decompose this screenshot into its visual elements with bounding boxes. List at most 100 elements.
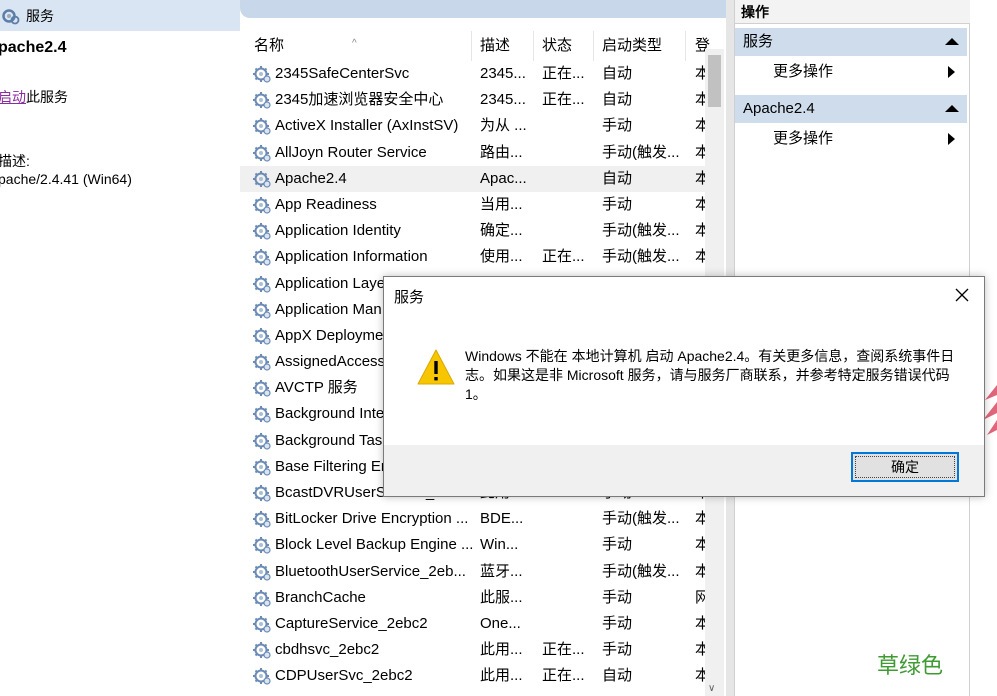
service-gear-icon [253, 223, 271, 240]
table-row[interactable]: BranchCache 此服... 手动网 [240, 585, 710, 611]
submenu-arrow-icon [948, 133, 955, 145]
row-description: Win... [480, 536, 519, 554]
services-gear-icon [2, 8, 20, 24]
more-actions-item-2[interactable]: 更多操作 [773, 125, 963, 153]
row-description: 蓝牙... [480, 562, 523, 580]
row-description: Apac... [480, 169, 527, 187]
service-gear-icon [253, 563, 271, 581]
service-gear-icon [253, 589, 271, 607]
dialog-message: Windows 不能在 本地计算机 启动 Apache2.4。有关更多信息，查阅… [465, 348, 955, 402]
window-tab[interactable]: 服务 [0, 0, 240, 31]
table-row[interactable]: Apache2.4 Apac... 自动本 [240, 165, 710, 192]
table-row[interactable]: AllJoyn Router Service 路由... 手动(触发... 本 [240, 140, 710, 166]
row-description: 2345... [480, 91, 526, 109]
row-startup-type: 自动 [602, 667, 633, 685]
actions-section-services[interactable]: 服务 [735, 28, 967, 56]
row-status: 正在... [542, 248, 585, 266]
start-service-line: 启动此服务 [0, 87, 68, 107]
actions-section-apache[interactable]: Apache2.4 [735, 95, 967, 123]
service-gear-icon [253, 485, 271, 502]
service-gear-icon [253, 458, 271, 476]
row-name: BitLocker Drive Encryption ... [275, 510, 469, 528]
service-gear-icon [253, 432, 271, 450]
row-status: 正在... [542, 65, 585, 82]
row-startup-type: 手动 [602, 117, 633, 135]
table-row[interactable]: App Readiness 当用... 手动本 [240, 192, 710, 218]
close-icon[interactable] [952, 285, 972, 305]
row-status: 正在... [542, 91, 585, 109]
row-description: 此用... [480, 667, 523, 685]
table-row[interactable]: BitLocker Drive Encryption ... BDE... 手动(触… [240, 506, 710, 532]
row-description: 使用... [480, 248, 523, 266]
more-actions-item-1[interactable]: 更多操作 [773, 58, 963, 86]
row-startup-type: 手动(触发... [602, 562, 680, 580]
service-gear-icon [253, 511, 271, 528]
row-startup-type: 手动 [602, 614, 633, 632]
row-startup-type: 手动(触发... [602, 222, 680, 240]
row-startup-type: 手动(触发... [602, 510, 680, 528]
table-row[interactable]: CaptureService_2ebc2 One... 手动本 [240, 611, 710, 637]
collapse-up-icon[interactable] [945, 38, 959, 45]
dialog-title: 服务 [394, 289, 425, 306]
top-bar [240, 0, 726, 18]
description-label: 描述: [0, 153, 30, 169]
scrollbar-thumb[interactable] [708, 55, 721, 107]
description-value: pache/2.4.41 (Win64) [0, 171, 132, 187]
row-startup-type: 手动(触发... [602, 248, 680, 266]
service-gear-icon [253, 615, 271, 633]
row-name: 2345加速浏览器安全中心 [275, 91, 444, 109]
table-row[interactable]: Block Level Backup Engine ... Win... 手动本 [240, 532, 710, 558]
column-header-startup-type[interactable]: 启动类型 [594, 31, 686, 61]
service-gear-icon [253, 406, 271, 424]
start-service-text: 此服务 [26, 89, 68, 105]
row-startup-type: 手动 [602, 641, 633, 659]
column-header-desc[interactable]: 描述 [472, 31, 534, 61]
row-name: Application Information [275, 248, 428, 266]
row-name: 2345SafeCenterSvc [275, 65, 410, 82]
decorative-stripes-icon [983, 385, 997, 435]
service-gear-icon [253, 380, 271, 397]
column-header-name[interactable]: 名称 ^ [240, 31, 472, 61]
row-description: One... [480, 614, 521, 632]
row-startup-type: 自动 [602, 65, 633, 82]
collapse-up-icon[interactable] [945, 105, 959, 112]
service-gear-icon [253, 144, 271, 162]
row-startup-type: 手动(触发... [602, 143, 680, 161]
service-gear-icon [253, 354, 271, 371]
row-startup-type: 自动 [602, 169, 633, 187]
table-row[interactable]: BluetoothUserService_2eb... 蓝牙... 手动(触发...… [240, 559, 710, 585]
service-gear-icon [253, 249, 271, 266]
table-row[interactable]: 2345SafeCenterSvc 2345... 正在... 自动本 [240, 61, 710, 87]
row-description: 此服... [480, 588, 523, 606]
row-name: App Readiness [275, 195, 377, 213]
service-gear-icon [253, 66, 271, 83]
row-name: AllJoyn Router Service [275, 143, 427, 161]
row-startup-type: 手动 [602, 195, 633, 213]
table-row[interactable]: 2345加速浏览器安全中心 2345... 正在... 自动本 [240, 87, 710, 113]
table-row[interactable]: CDPUserSvc_2ebc2 此用... 正在... 自动本 [240, 663, 710, 689]
service-gear-icon [253, 118, 271, 135]
service-gear-icon [253, 170, 271, 188]
row-name: Apache2.4 [275, 169, 347, 187]
list-header: 名称 ^ 描述 状态 启动类型 登 [240, 31, 710, 61]
row-startup-type: 自动 [602, 91, 633, 109]
table-row[interactable]: Application Identity 确定... 手动(触发... 本 [240, 218, 710, 244]
row-name: Block Level Backup Engine ... [275, 536, 474, 554]
sort-up-icon: ^ [352, 38, 357, 49]
row-description: 确定... [480, 222, 523, 240]
watermark-text: 草绿色 [877, 653, 944, 678]
ok-button[interactable]: 确定 [851, 452, 959, 482]
service-gear-icon [253, 275, 271, 293]
table-row[interactable]: ActiveX Installer (AxInstSV) 为从 ... 手动本 [240, 113, 710, 139]
scroll-down-icon[interactable]: ∨ [708, 683, 715, 694]
row-status: 正在... [542, 641, 585, 659]
service-gear-icon [253, 668, 271, 685]
service-gear-icon [253, 196, 271, 214]
row-name: Application Identity [275, 222, 401, 240]
row-startup-type: 手动 [602, 588, 633, 606]
row-description: 当用... [480, 195, 523, 213]
table-row[interactable]: cbdhsvc_2ebc2 此用... 正在... 手动本 [240, 637, 710, 663]
start-service-link[interactable]: 启动 [0, 89, 26, 105]
column-header-status[interactable]: 状态 [534, 31, 594, 61]
table-row[interactable]: Application Information 使用... 正在... 手动(触发..… [240, 244, 710, 270]
